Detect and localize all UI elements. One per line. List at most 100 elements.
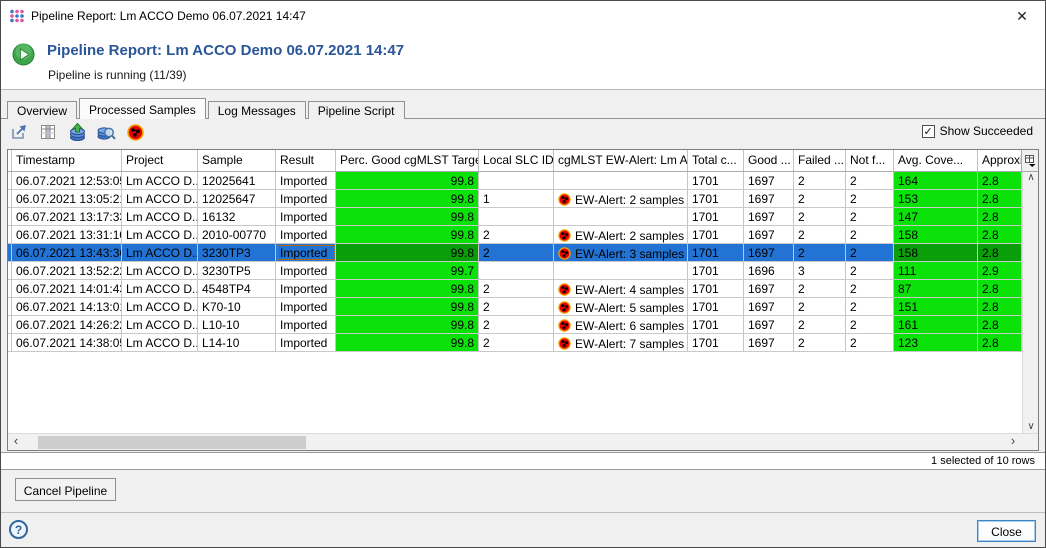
table-row[interactable]: 06.07.2021 13:05:21Lm ACCO D...12025647I… [8,190,1022,208]
cell-approx[interactable]: 2.8 [978,190,1022,207]
table-row[interactable]: 06.07.2021 14:26:22Lm ACCO D...L10-10Imp… [8,316,1022,334]
cell-timestamp[interactable]: 06.07.2021 13:52:22 [12,262,122,279]
cell-total[interactable]: 1701 [688,208,744,225]
cell-good[interactable]: 1697 [744,334,794,351]
cell-alert[interactable] [554,208,688,225]
column-chooser-button[interactable] [1021,150,1038,172]
cell-perc[interactable]: 99.8 [336,226,479,243]
cell-good[interactable]: 1697 [744,226,794,243]
close-button[interactable]: Close [977,520,1036,542]
cell-sample[interactable]: 16132 [198,208,276,225]
cell-total[interactable]: 1701 [688,226,744,243]
column-header-approx[interactable]: Approxin [978,150,1021,171]
cell-approx[interactable]: 2.8 [978,316,1022,333]
cell-perc[interactable]: 99.8 [336,334,479,351]
tab-pipeline-script[interactable]: Pipeline Script [308,101,405,119]
tab-processed-samples[interactable]: Processed Samples [79,98,206,119]
cell-sample[interactable]: L14-10 [198,334,276,351]
cell-result[interactable]: Imported [276,262,336,279]
cell-notf[interactable]: 2 [846,262,894,279]
cell-sample[interactable]: 3230TP5 [198,262,276,279]
cell-total[interactable]: 1701 [688,244,744,261]
table-row[interactable]: 06.07.2021 13:17:33Lm ACCO D...16132Impo… [8,208,1022,226]
cell-avg[interactable]: 161 [894,316,978,333]
cell-alert[interactable]: EW-Alert: 2 samples [554,190,688,207]
cell-timestamp[interactable]: 06.07.2021 12:53:05 [12,172,122,189]
cell-total[interactable]: 1701 [688,298,744,315]
cell-good[interactable]: 1697 [744,190,794,207]
cell-slc[interactable]: 2 [479,244,554,261]
column-header-perc[interactable]: Perc. Good cgMLST Targets [336,150,479,171]
cell-avg[interactable]: 123 [894,334,978,351]
table-row[interactable]: 06.07.2021 12:53:05Lm ACCO D...12025641I… [8,172,1022,190]
cell-sample[interactable]: K70-10 [198,298,276,315]
cell-timestamp[interactable]: 06.07.2021 14:01:43 [12,280,122,297]
cell-slc[interactable]: 2 [479,226,554,243]
cell-total[interactable]: 1701 [688,190,744,207]
column-header-failed[interactable]: Failed ... [794,150,846,171]
cell-slc[interactable]: 1 [479,190,554,207]
horizontal-scrollbar[interactable] [8,433,1038,450]
cell-sample[interactable]: 4548TP4 [198,280,276,297]
cell-perc[interactable]: 99.8 [336,298,479,315]
tab-log-messages[interactable]: Log Messages [208,101,306,119]
cell-alert[interactable]: EW-Alert: 6 samples [554,316,688,333]
cell-notf[interactable]: 2 [846,172,894,189]
cell-good[interactable]: 1697 [744,244,794,261]
cell-good[interactable]: 1697 [744,298,794,315]
cell-project[interactable]: Lm ACCO D... [122,334,198,351]
cell-project[interactable]: Lm ACCO D... [122,172,198,189]
cell-project[interactable]: Lm ACCO D... [122,298,198,315]
cell-failed[interactable]: 2 [794,298,846,315]
cell-result[interactable]: Imported [276,316,336,333]
cell-perc[interactable]: 99.8 [336,280,479,297]
cell-failed[interactable]: 2 [794,334,846,351]
cell-sample[interactable]: 12025647 [198,190,276,207]
cell-project[interactable]: Lm ACCO D... [122,280,198,297]
cell-notf[interactable]: 2 [846,316,894,333]
cell-alert[interactable]: EW-Alert: 3 samples [554,244,688,261]
show-succeeded-checkbox[interactable]: Show Succeeded [922,124,1033,138]
table-row[interactable]: 06.07.2021 13:31:10Lm ACCO D...2010-0077… [8,226,1022,244]
cell-slc[interactable]: 2 [479,316,554,333]
cell-avg[interactable]: 147 [894,208,978,225]
cell-alert[interactable] [554,262,688,279]
cell-notf[interactable]: 2 [846,244,894,261]
cell-notf[interactable]: 2 [846,226,894,243]
scroll-left-icon[interactable] [11,436,21,448]
cell-sample[interactable]: 12025641 [198,172,276,189]
cell-notf[interactable]: 2 [846,208,894,225]
table-row-selected[interactable]: 06.07.2021 13:43:36Lm ACCO D...3230TP3Im… [8,244,1022,262]
scroll-right-icon[interactable] [1008,436,1018,448]
cell-good[interactable]: 1697 [744,280,794,297]
cell-alert[interactable]: EW-Alert: 2 samples [554,226,688,243]
database-upload-icon[interactable] [67,122,87,142]
cell-result[interactable]: Imported [276,334,336,351]
cell-failed[interactable]: 2 [794,244,846,261]
table-row[interactable]: 06.07.2021 14:38:05Lm ACCO D...L14-10Imp… [8,334,1022,352]
table-row[interactable]: 06.07.2021 14:01:43Lm ACCO D...4548TP4Im… [8,280,1022,298]
cell-approx[interactable]: 2.8 [978,298,1022,315]
cell-notf[interactable]: 2 [846,280,894,297]
column-header-avg[interactable]: Avg. Cove... [894,150,978,171]
cell-slc[interactable] [479,262,554,279]
column-header-timestamp[interactable]: Timestamp [12,150,122,171]
column-header-good[interactable]: Good ... [744,150,794,171]
cell-slc[interactable]: 2 [479,280,554,297]
cell-good[interactable]: 1697 [744,172,794,189]
cell-slc[interactable] [479,172,554,189]
cell-avg[interactable]: 87 [894,280,978,297]
cell-total[interactable]: 1701 [688,316,744,333]
cell-project[interactable]: Lm ACCO D... [122,190,198,207]
cell-slc[interactable] [479,208,554,225]
cell-perc[interactable]: 99.8 [336,316,479,333]
cell-perc[interactable]: 99.8 [336,190,479,207]
column-header-sample[interactable]: Sample [198,150,276,171]
help-icon[interactable] [9,520,28,539]
cell-good[interactable]: 1696 [744,262,794,279]
cell-total[interactable]: 1701 [688,262,744,279]
cancel-pipeline-button[interactable]: Cancel Pipeline [15,478,116,501]
cell-project[interactable]: Lm ACCO D... [122,262,198,279]
export-icon[interactable] [9,122,29,142]
close-icon[interactable] [999,1,1045,31]
